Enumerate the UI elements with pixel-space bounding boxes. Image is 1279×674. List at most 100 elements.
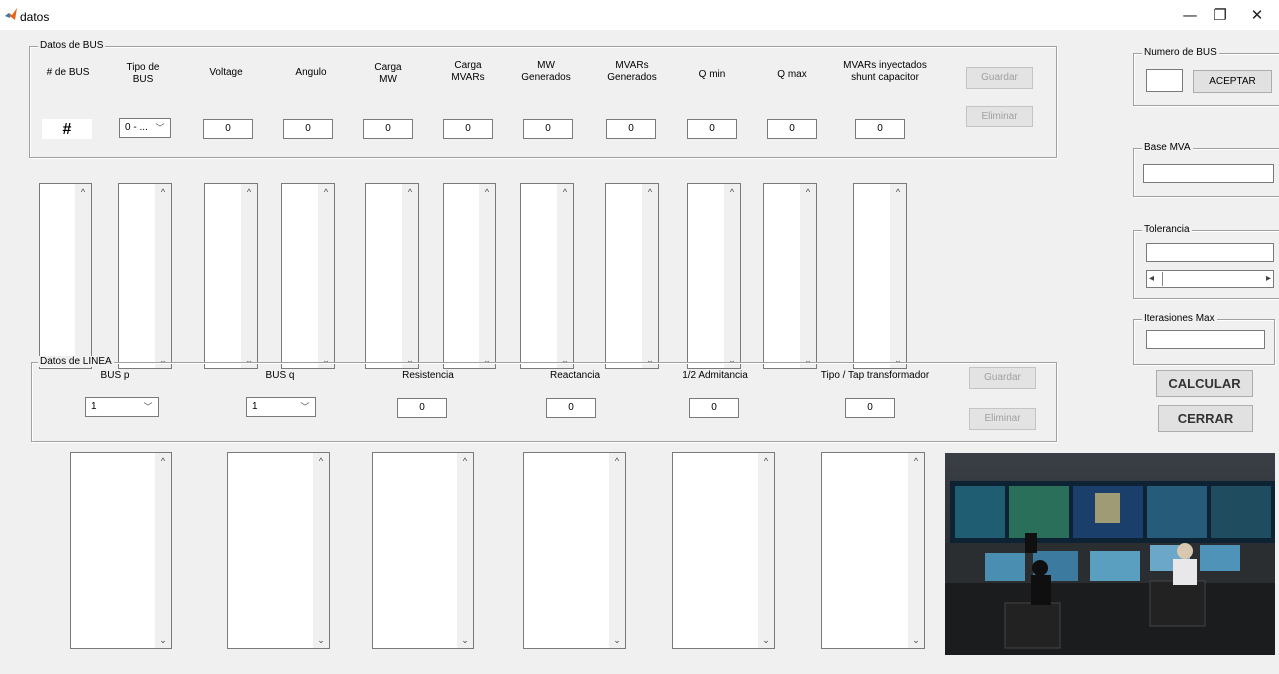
transformer-tap-input[interactable]: 0 bbox=[845, 398, 895, 418]
scroll-up-icon[interactable]: ^ bbox=[724, 184, 740, 200]
bus-q-list[interactable]: ^ ⌄ bbox=[227, 452, 330, 649]
chevron-down-icon: ﹀ bbox=[300, 402, 310, 412]
chevron-down-icon: ﹀ bbox=[143, 402, 153, 412]
calculate-button[interactable]: CALCULAR bbox=[1156, 370, 1253, 397]
bus-number-input[interactable] bbox=[1146, 69, 1183, 92]
bus-number-list[interactable]: ^⌄ bbox=[39, 183, 92, 369]
scroll-up-icon[interactable]: ^ bbox=[155, 184, 171, 200]
bus-delete-button[interactable]: Eliminar bbox=[966, 106, 1033, 127]
scroll-up-icon[interactable]: ^ bbox=[908, 453, 924, 469]
line-save-button[interactable]: Guardar bbox=[969, 367, 1036, 389]
angle-input[interactable]: 0 bbox=[283, 119, 333, 139]
bus-p-dropdown[interactable]: 1 ﹀ bbox=[85, 397, 159, 417]
scroll-up-icon[interactable]: ^ bbox=[402, 184, 418, 200]
q-max-list[interactable]: ^ ⌄ bbox=[763, 183, 817, 369]
close-button[interactable]: ✕ bbox=[1237, 4, 1277, 26]
q-max-input[interactable]: 0 bbox=[767, 119, 817, 139]
resistance-input[interactable]: 0 bbox=[397, 398, 447, 418]
scroll-down-icon[interactable]: ⌄ bbox=[457, 632, 473, 648]
scroll-up-icon[interactable]: ^ bbox=[557, 184, 573, 200]
scroll-up-icon[interactable]: ^ bbox=[758, 453, 774, 469]
scroll-up-icon[interactable]: ^ bbox=[155, 453, 171, 469]
scrollbar[interactable]: ^⌄ bbox=[318, 184, 334, 368]
load-mw-list[interactable]: ^ ⌄ bbox=[365, 183, 419, 369]
header-angle: Angulo bbox=[295, 67, 327, 78]
bus-type-dropdown[interactable]: 0 - ... ﹀ bbox=[119, 118, 171, 138]
slider-thumb[interactable] bbox=[1162, 272, 1163, 286]
mw-generated-list[interactable]: ^ ⌄ bbox=[520, 183, 574, 369]
scrollbar[interactable]: ^⌄ bbox=[557, 184, 573, 368]
header-bus-q: BUS q bbox=[265, 370, 295, 381]
scroll-up-icon[interactable]: ^ bbox=[313, 453, 329, 469]
scrollbar[interactable]: ^⌄ bbox=[800, 184, 816, 368]
scrollbar[interactable]: ^⌄ bbox=[642, 184, 658, 368]
scrollbar[interactable]: ^⌄ bbox=[241, 184, 257, 368]
max-iterations-input[interactable] bbox=[1146, 330, 1265, 349]
mw-generated-input[interactable]: 0 bbox=[523, 119, 573, 139]
scrollbar[interactable]: ^⌄ bbox=[890, 184, 906, 368]
scroll-down-icon[interactable]: ⌄ bbox=[155, 632, 171, 648]
scrollbar[interactable]: ^⌄ bbox=[75, 184, 91, 368]
scrollbar[interactable]: ^⌄ bbox=[479, 184, 495, 368]
line-delete-button[interactable]: Eliminar bbox=[969, 408, 1036, 430]
reactance-input[interactable]: 0 bbox=[546, 398, 596, 418]
base-mva-input[interactable] bbox=[1143, 164, 1274, 183]
scrollbar[interactable]: ^⌄ bbox=[402, 184, 418, 368]
shunt-capacitor-list[interactable]: ^ ⌄ bbox=[853, 183, 907, 369]
scroll-left-icon[interactable]: ◂ bbox=[1149, 271, 1154, 287]
voltage-list[interactable]: ^ ⌄ bbox=[204, 183, 258, 369]
header-bus-number: # de BUS bbox=[46, 67, 90, 78]
scrollbar[interactable]: ^⌄ bbox=[908, 453, 924, 648]
scrollbar[interactable]: ^⌄ bbox=[155, 184, 171, 368]
scroll-up-icon[interactable]: ^ bbox=[609, 453, 625, 469]
load-mvars-list[interactable]: ^ ⌄ bbox=[443, 183, 496, 369]
q-min-list[interactable]: ^ ⌄ bbox=[687, 183, 741, 369]
base-mva-panel-label: Base MVA bbox=[1142, 142, 1193, 153]
scroll-up-icon[interactable]: ^ bbox=[800, 184, 816, 200]
load-mw-input[interactable]: 0 bbox=[363, 119, 413, 139]
scrollbar[interactable]: ^⌄ bbox=[155, 453, 171, 648]
mvars-generated-input[interactable]: 0 bbox=[606, 119, 656, 139]
tolerance-input[interactable] bbox=[1146, 243, 1274, 262]
scroll-right-icon[interactable]: ▸ bbox=[1266, 271, 1271, 287]
close-form-button[interactable]: CERRAR bbox=[1158, 405, 1253, 432]
bus-type-list[interactable]: ^ ⌄ bbox=[118, 183, 172, 369]
scroll-up-icon[interactable]: ^ bbox=[75, 184, 91, 200]
scrollbar[interactable]: ^⌄ bbox=[724, 184, 740, 368]
restore-button[interactable]: ❐ bbox=[1200, 4, 1240, 26]
scroll-down-icon[interactable]: ⌄ bbox=[609, 632, 625, 648]
accept-button[interactable]: ACEPTAR bbox=[1193, 70, 1272, 93]
scroll-down-icon[interactable]: ⌄ bbox=[908, 632, 924, 648]
scroll-up-icon[interactable]: ^ bbox=[479, 184, 495, 200]
reactance-list[interactable]: ^ ⌄ bbox=[523, 452, 626, 649]
load-mvars-input[interactable]: 0 bbox=[443, 119, 493, 139]
scrollbar[interactable]: ^⌄ bbox=[457, 453, 473, 648]
header-mvars-generated: MVARs Generados bbox=[607, 60, 657, 83]
bus-q-dropdown[interactable]: 1 ﹀ bbox=[246, 397, 316, 417]
header-bus-type: Tipo de BUS bbox=[126, 62, 160, 85]
bus-number-panel-label: Numero de BUS bbox=[1142, 47, 1219, 58]
voltage-input[interactable]: 0 bbox=[203, 119, 253, 139]
scroll-down-icon[interactable]: ⌄ bbox=[758, 632, 774, 648]
scroll-up-icon[interactable]: ^ bbox=[318, 184, 334, 200]
scroll-up-icon[interactable]: ^ bbox=[890, 184, 906, 200]
scrollbar[interactable]: ^⌄ bbox=[758, 453, 774, 648]
scrollbar[interactable]: ^⌄ bbox=[313, 453, 329, 648]
resistance-list[interactable]: ^ ⌄ bbox=[372, 452, 474, 649]
half-admittance-input[interactable]: 0 bbox=[689, 398, 739, 418]
tolerance-slider[interactable]: ◂ ▸ bbox=[1146, 270, 1274, 288]
mvars-generated-list[interactable]: ^ ⌄ bbox=[605, 183, 659, 369]
scrollbar[interactable]: ^⌄ bbox=[609, 453, 625, 648]
shunt-capacitor-input[interactable]: 0 bbox=[855, 119, 905, 139]
angle-list[interactable]: ^ ⌄ bbox=[281, 183, 335, 369]
scroll-down-icon[interactable]: ⌄ bbox=[313, 632, 329, 648]
scroll-up-icon[interactable]: ^ bbox=[642, 184, 658, 200]
bus-p-list[interactable]: ^ ⌄ bbox=[70, 452, 172, 649]
scroll-up-icon[interactable]: ^ bbox=[457, 453, 473, 469]
q-min-input[interactable]: 0 bbox=[687, 119, 737, 139]
header-transformer-tap: Tipo / Tap transformador bbox=[820, 370, 930, 381]
half-admittance-list[interactable]: ^ ⌄ bbox=[672, 452, 775, 649]
scroll-up-icon[interactable]: ^ bbox=[241, 184, 257, 200]
bus-save-button[interactable]: Guardar bbox=[966, 67, 1033, 89]
transformer-tap-list[interactable]: ^ ⌄ bbox=[821, 452, 925, 649]
